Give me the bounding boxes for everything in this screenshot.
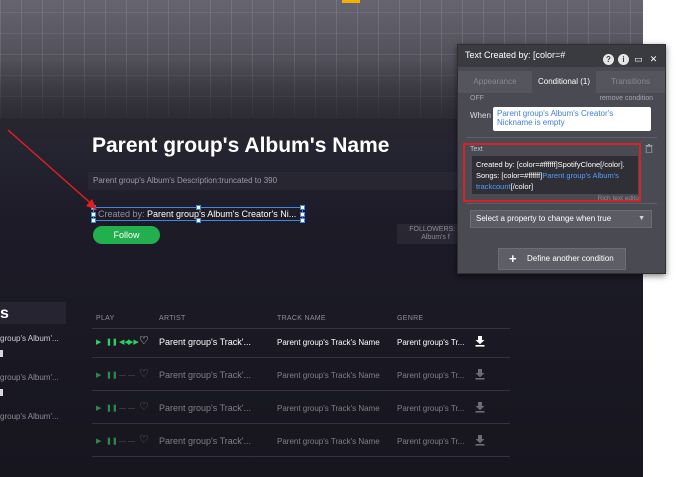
genre-cell: Parent group's Tr...: [397, 437, 465, 446]
forward-icon[interactable]: —: [128, 405, 135, 413]
tab-transitions[interactable]: Transitions: [596, 71, 665, 93]
side-list-item[interactable]: group's Album'...: [0, 373, 66, 382]
trash-icon[interactable]: [645, 144, 653, 153]
rewind-icon[interactable]: —: [119, 372, 126, 380]
table-row[interactable]: ▶ ❚❚ — — ♡ Parent group's Track'... Pare…: [92, 397, 510, 421]
plus-icon: +: [509, 251, 517, 266]
tab-appearance[interactable]: Appearance: [458, 71, 532, 93]
table-divider: [92, 357, 510, 358]
select-property-label: Select a property to change when true: [476, 214, 612, 223]
pause-icon[interactable]: ❚❚: [106, 405, 118, 413]
heart-icon[interactable]: ♡: [139, 401, 149, 413]
table-divider: [92, 423, 510, 424]
download-icon[interactable]: [475, 435, 485, 446]
define-another-condition-button[interactable]: + Define another condition: [498, 248, 626, 270]
resize-handle-bm[interactable]: [196, 218, 201, 223]
artist-cell: Parent group's Track'...: [159, 403, 251, 413]
track-name-cell: Parent group's Track's Name: [277, 404, 380, 413]
select-property-dropdown[interactable]: Select a property to change when true ▼: [470, 210, 652, 228]
side-list-chip: [0, 389, 3, 396]
artist-cell: Parent group's Track'...: [159, 370, 251, 380]
col-header-genre: GENRE: [397, 315, 424, 322]
album-description[interactable]: Parent group's Album's Description:trunc…: [93, 176, 277, 185]
download-icon[interactable]: [475, 402, 485, 413]
side-list-item[interactable]: group's Album'...: [0, 412, 66, 421]
col-header-artist: ARTIST: [159, 315, 186, 322]
col-header-play: PLAY: [96, 315, 115, 322]
play-icon[interactable]: ▶: [96, 372, 101, 380]
top-marker: [342, 0, 360, 3]
forward-icon[interactable]: —: [128, 438, 135, 446]
heart-icon[interactable]: ♡: [139, 335, 149, 347]
panel-divider: [466, 203, 657, 204]
rewind-icon[interactable]: —: [119, 405, 126, 413]
play-icon[interactable]: ▶: [96, 405, 101, 413]
table-row[interactable]: ▶ ❚❚ — — ♡ Parent group's Track'... Pare…: [92, 430, 510, 454]
table-row[interactable]: ▶ ❚❚ — — ♡ Parent group's Track'... Pare…: [92, 364, 510, 388]
side-list-heading: s: [0, 302, 66, 324]
artist-cell: Parent group's Track'...: [159, 436, 251, 446]
table-row[interactable]: ▶ ❚❚ ◀◀ ▶▶ ♡ Parent group's Track'... Pa…: [92, 331, 510, 355]
creator-name: Parent group's Album's Creator's Ni...: [147, 209, 297, 219]
side-heading-text: s: [0, 305, 9, 322]
panel-tabs: Appearance Conditional (1) Transitions: [458, 71, 665, 93]
play-icon[interactable]: ▶: [96, 339, 101, 347]
comment-icon[interactable]: ▭: [633, 54, 644, 65]
highlight-annotation: [463, 143, 641, 202]
genre-cell: Parent group's Tr...: [397, 371, 465, 380]
pause-icon[interactable]: ❚❚: [106, 339, 118, 347]
close-icon[interactable]: ✕: [648, 54, 659, 65]
when-label: When: [470, 111, 491, 120]
download-icon[interactable]: [475, 336, 485, 347]
table-divider: [92, 390, 510, 391]
forward-icon[interactable]: ▶▶: [128, 339, 139, 347]
resize-handle-tr[interactable]: [300, 205, 305, 210]
define-condition-label: Define another condition: [527, 254, 614, 263]
side-list-item[interactable]: group's Album'...: [0, 334, 66, 343]
resize-handle-bl[interactable]: [91, 218, 96, 223]
condition-off-toggle[interactable]: OFF: [470, 95, 484, 102]
property-editor-panel[interactable]: Text Created by: [color=# ? i ▭ ✕ Appearanc…: [457, 44, 666, 274]
play-controls[interactable]: ▶ ❚❚ — —: [96, 372, 136, 380]
album-title[interactable]: Parent group's Album's Name: [92, 134, 389, 158]
play-controls[interactable]: ▶ ❚❚ ◀◀ ▶▶: [96, 339, 139, 347]
track-name-cell: Parent group's Track's Name: [277, 371, 380, 380]
info-icon[interactable]: i: [618, 54, 629, 65]
heart-icon[interactable]: ♡: [139, 434, 149, 446]
artist-cell: Parent group's Track'...: [159, 337, 251, 347]
chevron-down-icon: ▼: [638, 215, 645, 222]
side-list-chip: [0, 350, 3, 357]
genre-cell: Parent group's Tr...: [397, 404, 465, 413]
panel-header-icons: ? i ▭ ✕: [599, 49, 659, 65]
rewind-icon[interactable]: —: [119, 438, 126, 446]
play-controls[interactable]: ▶ ❚❚ — —: [96, 405, 136, 413]
track-name-cell: Parent group's Track's Name: [277, 437, 380, 446]
panel-divider: [466, 137, 657, 138]
genre-cell: Parent group's Tr...: [397, 338, 465, 347]
forward-icon[interactable]: —: [128, 372, 135, 380]
tab-conditional[interactable]: Conditional (1): [532, 71, 596, 93]
help-icon[interactable]: ?: [603, 54, 614, 65]
table-divider: [92, 456, 510, 457]
panel-title: Text Created by: [color=#: [465, 50, 566, 60]
follow-button[interactable]: Follow: [93, 226, 160, 244]
pause-icon[interactable]: ❚❚: [106, 372, 118, 380]
panel-header[interactable]: Text Created by: [color=# ? i ▭ ✕: [458, 45, 665, 67]
col-header-track-name: TRACK NAME: [277, 315, 326, 322]
remove-condition-link[interactable]: remove condition: [600, 95, 653, 102]
pause-icon[interactable]: ❚❚: [106, 438, 118, 446]
heart-icon[interactable]: ♡: [139, 368, 149, 380]
resize-handle-br[interactable]: [300, 218, 305, 223]
when-expression-field[interactable]: Parent group's Album's Creator's Nicknam…: [493, 107, 651, 131]
download-icon[interactable]: [475, 369, 485, 380]
play-controls[interactable]: ▶ ❚❚ — —: [96, 438, 136, 446]
track-name-cell: Parent group's Track's Name: [277, 338, 380, 347]
annotation-arrow: [7, 129, 97, 210]
resize-handle-mr[interactable]: [300, 212, 305, 217]
resize-handle-tm[interactable]: [196, 205, 201, 210]
table-divider: [92, 328, 510, 329]
tracks-table-header: PLAY ARTIST TRACK NAME GENRE: [92, 312, 510, 328]
play-icon[interactable]: ▶: [96, 438, 101, 446]
